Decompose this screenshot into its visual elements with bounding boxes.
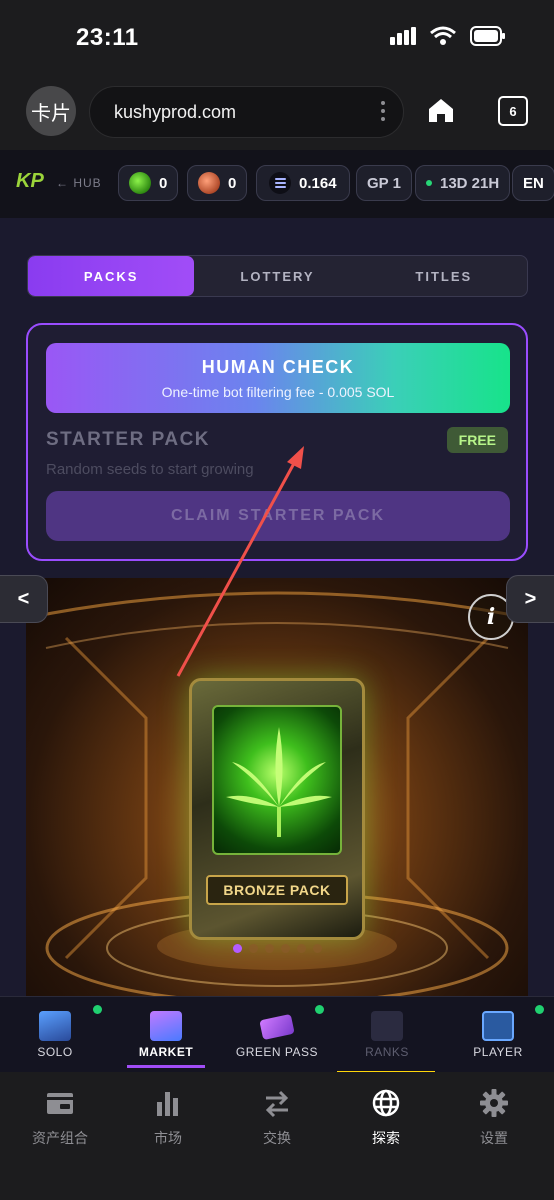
nav-player-label: PLAYER <box>473 1045 523 1059</box>
status-time: 23:11 <box>76 24 139 51</box>
solana-icon <box>269 172 291 194</box>
wallet-nav-settings-label: 设置 <box>480 1130 508 1146</box>
sol-balance[interactable]: 0.164 <box>256 165 350 201</box>
kp-logo[interactable]: KP <box>16 170 44 193</box>
bronze-pack-card[interactable]: BRONZE PACK <box>189 678 365 940</box>
pack-artwork <box>212 705 342 855</box>
browser-bar: 卡片 kushyprod.com 6 <box>0 76 554 150</box>
ticket-icon <box>259 1013 295 1041</box>
leaf-icon <box>226 727 332 837</box>
carousel-dot[interactable] <box>312 944 322 953</box>
nav-green-pass[interactable]: GREEN PASS <box>227 997 327 1073</box>
nav-market[interactable]: MARKET <box>116 997 216 1073</box>
status-bar: 23:11 <box>0 0 554 76</box>
wallet-nav-portfolio[interactable]: 资产组合 <box>5 1082 115 1152</box>
wallet-nav-explore[interactable]: 探索 <box>331 1082 441 1152</box>
wallet-nav-portfolio-label: 资产组合 <box>32 1130 88 1146</box>
tabs-count-button[interactable]: 6 <box>498 96 528 126</box>
player-notify-dot <box>535 1005 544 1014</box>
nav-active-indicator <box>127 1065 205 1068</box>
language-selector[interactable]: EN <box>512 165 554 201</box>
hub-link[interactable]: ← HUB <box>56 176 102 190</box>
starter-pack-subtitle: Random seeds to start growing <box>46 461 254 478</box>
more-icon[interactable] <box>381 101 385 121</box>
ranks-icon <box>371 1011 403 1041</box>
nav-solo-label: SOLO <box>37 1045 73 1059</box>
season-timer[interactable]: 13D 21H <box>415 165 511 201</box>
pack-label: BRONZE PACK <box>206 875 348 905</box>
starter-pack-card: HUMAN CHECK One-time bot filtering fee -… <box>26 323 528 561</box>
section-tabs: PACKS LOTTERY TITLES <box>27 255 528 297</box>
tab-lottery[interactable]: LOTTERY <box>194 256 360 296</box>
wifi-icon <box>430 26 456 45</box>
carousel-dot[interactable] <box>280 944 290 953</box>
solo-notify-dot <box>93 1005 102 1014</box>
wallet-bottom-nav: 资产组合 市场 交换 探索 设置 <box>0 1072 554 1200</box>
wallet-icon <box>47 1093 73 1114</box>
sol-amount: 0.164 <box>299 174 337 192</box>
green-seed-balance[interactable]: 0 <box>118 165 179 201</box>
browser-tab-label[interactable]: 卡片 <box>26 86 76 136</box>
market-icon <box>150 1011 182 1041</box>
url-field[interactable]: kushyprod.com <box>89 86 404 138</box>
nav-market-label: MARKET <box>138 1045 194 1059</box>
gp-level: GP 1 <box>367 174 401 192</box>
wallet-nav-swap[interactable]: 交换 <box>222 1082 332 1152</box>
globe-icon <box>372 1089 400 1117</box>
player-icon <box>482 1011 514 1041</box>
carousel-dot[interactable] <box>248 944 258 953</box>
main-content: PACKS LOTTERY TITLES HUMAN CHECK One-tim… <box>0 218 554 996</box>
swap-icon <box>265 1090 289 1118</box>
wallet-nav-market-label: 市场 <box>154 1130 182 1146</box>
nav-solo[interactable]: SOLO <box>5 997 105 1073</box>
red-seed-balance[interactable]: 0 <box>187 165 248 201</box>
gp-level-badge[interactable]: GP 1 <box>356 165 412 201</box>
human-check-button[interactable]: HUMAN CHECK One-time bot filtering fee -… <box>46 343 510 413</box>
app-bottom-nav: SOLO MARKET GREEN PASS RANKS PLAYER <box>0 996 554 1072</box>
carousel-dot[interactable] <box>232 944 242 953</box>
tab-titles[interactable]: TITLES <box>361 256 527 296</box>
free-badge: FREE <box>446 427 508 453</box>
wallet-nav-settings[interactable]: 设置 <box>439 1082 549 1152</box>
nav-ranks-label: RANKS <box>365 1045 409 1059</box>
carousel-dot[interactable] <box>264 944 274 953</box>
wallet-nav-market[interactable]: 市场 <box>113 1082 223 1152</box>
carousel-dots <box>26 944 528 953</box>
signal-icon <box>390 27 416 45</box>
home-icon[interactable] <box>427 96 455 124</box>
status-icons <box>390 26 506 46</box>
gear-icon <box>480 1089 508 1117</box>
wallet-nav-swap-label: 交换 <box>263 1130 291 1146</box>
human-check-title: HUMAN CHECK <box>201 357 355 377</box>
tab-packs[interactable]: PACKS <box>28 256 195 296</box>
solo-icon <box>39 1011 71 1041</box>
live-dot-icon <box>426 180 432 186</box>
bar-chart-icon <box>157 1092 178 1116</box>
url-text: kushyprod.com <box>114 101 237 122</box>
battery-icon <box>470 26 505 46</box>
carousel-dot[interactable] <box>296 944 306 953</box>
green-seed-icon <box>129 172 151 194</box>
starter-pack-title: STARTER PACK <box>46 429 211 450</box>
red-seed-count: 0 <box>228 174 237 192</box>
green-seed-count: 0 <box>159 174 168 192</box>
human-check-subtitle: One-time bot filtering fee - 0.005 SOL <box>161 384 395 400</box>
app-header: KP ← HUB 0 0 0.164 GP 1 13D 21H EN <box>0 150 554 218</box>
nav-player[interactable]: PLAYER <box>448 997 548 1073</box>
language-code: EN <box>523 174 544 192</box>
nav-green-pass-label: GREEN PASS <box>235 1045 319 1059</box>
nav-ranks[interactable]: RANKS <box>337 997 437 1073</box>
carousel-prev-button[interactable]: < <box>0 575 48 623</box>
season-timer-text: 13D 21H <box>440 174 500 192</box>
green-pass-notify-dot <box>315 1005 324 1014</box>
wallet-nav-explore-label: 探索 <box>372 1130 400 1146</box>
claim-starter-pack-button[interactable]: CLAIM STARTER PACK <box>46 491 510 541</box>
carousel-next-button[interactable]: > <box>506 575 554 623</box>
red-seed-icon <box>198 172 220 194</box>
pack-carousel: i BRONZE PACK <box>26 578 528 996</box>
